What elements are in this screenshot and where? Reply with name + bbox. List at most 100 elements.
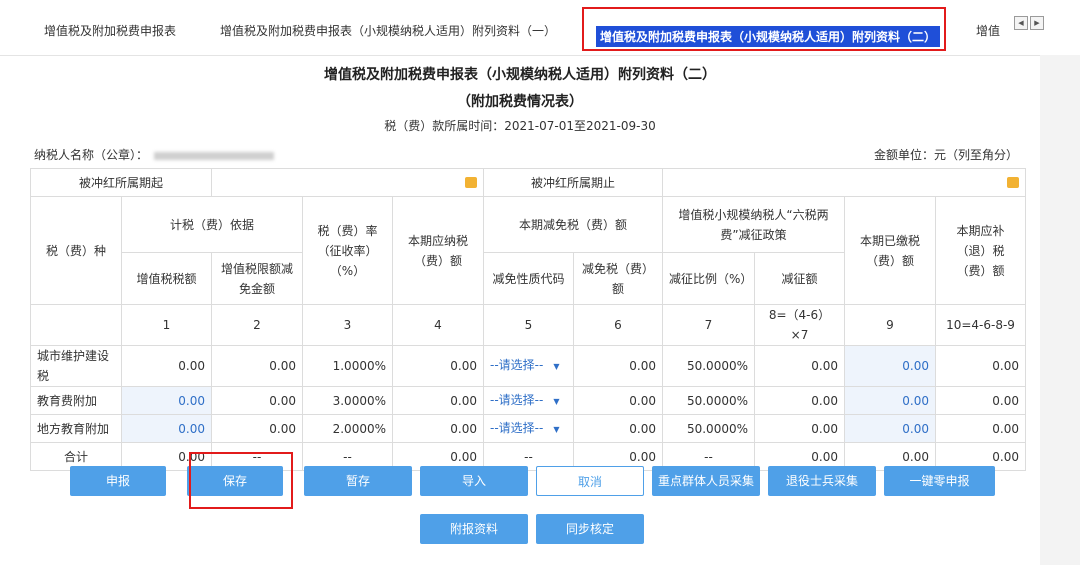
cell-policy-ratio: 50.0000% <box>662 345 755 387</box>
tab-next-icon[interactable]: ▶ <box>1030 16 1044 30</box>
tab-highlight-box <box>582 7 946 51</box>
header-policy-ratio: 减征比例（%） <box>662 252 755 305</box>
table-row: 城市维护建设税 0.00 0.00 1.0000% 0.00 --请选择-- ▼ … <box>30 345 1026 387</box>
col-number: 3 <box>302 304 393 346</box>
header-rate: 税（费）率（征收率）（%） <box>302 196 393 305</box>
form-subtitle: （附加税费情况表） <box>457 94 583 110</box>
cell-vat-amount-input[interactable]: 0.00 <box>121 414 212 443</box>
cell-payable: 0.00 <box>392 345 484 387</box>
col-number: 10=4-6-8-9 <box>935 304 1026 346</box>
col-number-blank <box>30 304 122 346</box>
header-policy: 增值税小规模纳税人“六税两费”减征政策 <box>662 196 845 253</box>
relief-code-value: --请选择-- <box>490 420 544 435</box>
tab-schedule-one[interactable]: 增值税及附加税费申报表（小规模纳税人适用）附列资料（一） <box>220 22 556 39</box>
cell-deduct-amount: 0.00 <box>211 345 303 387</box>
taxpayer-name: 纳税人名称（公章）： <box>34 146 275 163</box>
period-end-input[interactable] <box>662 168 1026 197</box>
col-number: 1 <box>121 304 212 346</box>
cell-refund: 0.00 <box>935 414 1026 443</box>
veteran-collect-button[interactable]: 退役士兵采集 <box>768 466 876 496</box>
header-relief-amount: 减免税（费）额 <box>573 252 663 305</box>
header-basis-vat: 增值税税额 <box>121 252 212 305</box>
amount-unit: 金额单位：元（列至角分） <box>873 148 1018 162</box>
row-name: 城市维护建设税 <box>30 345 122 387</box>
relief-code-select[interactable]: --请选择-- ▼ <box>483 345 574 387</box>
cell-policy-ratio: 50.0000% <box>662 414 755 443</box>
header-basis-deduct: 增值税限额减免金额 <box>211 252 303 305</box>
col-number: 4 <box>392 304 484 346</box>
cell-deduct-amount: 0.00 <box>211 386 303 415</box>
cell-deduct-amount: 0.00 <box>211 414 303 443</box>
period-end-label: 被冲红所属期止 <box>483 168 663 197</box>
cell-rate: 1.0000% <box>302 345 393 387</box>
cell-refund: 0.00 <box>935 386 1026 415</box>
taxpayer-label: 纳税人名称（公章）： <box>34 148 149 162</box>
sync-verify-button[interactable]: 同步核定 <box>536 514 644 544</box>
period-start-input[interactable] <box>211 168 484 197</box>
calendar-icon[interactable] <box>1007 177 1019 188</box>
header-payable: 本期应纳税（费）额 <box>392 196 484 305</box>
cell-relief-amount: 0.00 <box>573 345 663 387</box>
zero-declare-button[interactable]: 一键零申报 <box>884 466 995 496</box>
tax-period: 税（费）款所属时间：2021-07-01至2021-09-30 <box>384 119 656 133</box>
col-number: 8=（4-6）×7 <box>754 304 845 346</box>
temp-save-button[interactable]: 暂存 <box>304 466 412 496</box>
attach-docs-button[interactable]: 附报资料 <box>420 514 528 544</box>
tab-prev-icon[interactable]: ◀ <box>1014 16 1028 30</box>
cell-paid-input[interactable]: 0.00 <box>844 414 936 443</box>
cell-payable: 0.00 <box>392 386 484 415</box>
col-number: 7 <box>662 304 755 346</box>
cell-policy-amount: 0.00 <box>754 414 845 443</box>
cell-policy-amount: 0.00 <box>754 345 845 387</box>
right-gutter <box>1040 55 1080 565</box>
calendar-icon[interactable] <box>465 177 477 188</box>
relief-code-select[interactable]: --请选择-- ▼ <box>483 414 574 443</box>
cell-paid-input[interactable]: 0.00 <box>844 386 936 415</box>
table-row: 地方教育附加 0.00 0.00 2.0000% 0.00 --请选择-- ▼ 0… <box>30 414 1026 443</box>
header-relief-code: 减免性质代码 <box>483 252 574 305</box>
form-title: 增值税及附加税费申报表（小规模纳税人适用）附列资料（二） <box>324 67 716 83</box>
cell-paid-input[interactable]: 0.00 <box>844 345 936 387</box>
surcharge-table: 被冲红所属期起 被冲红所属期止 税（费）种 计税（费）依据 税（费）率（征收率）… <box>30 168 1026 471</box>
col-number: 6 <box>573 304 663 346</box>
relief-code-value: --请选择-- <box>490 392 544 407</box>
declare-button[interactable]: 申报 <box>70 466 166 496</box>
header-tax-type: 税（费）种 <box>30 196 122 305</box>
tab-nav-arrows: ◀ ▶ <box>1014 16 1046 30</box>
header-basis: 计税（费）依据 <box>121 196 303 253</box>
cell-rate: 3.0000% <box>302 386 393 415</box>
row-name: 教育费附加 <box>30 386 122 415</box>
cancel-button[interactable]: 取消 <box>536 466 644 496</box>
cell-rate: 2.0000% <box>302 414 393 443</box>
table-row: 教育费附加 0.00 0.00 3.0000% 0.00 --请选择-- ▼ 0.… <box>30 386 1026 415</box>
col-number: 5 <box>483 304 574 346</box>
cell-payable: 0.00 <box>392 414 484 443</box>
header-refund: 本期应补（退）税（费）额 <box>935 196 1026 305</box>
relief-code-select[interactable]: --请选择-- ▼ <box>483 386 574 415</box>
taxpayer-name-redacted <box>154 151 275 160</box>
chevron-down-icon: ▼ <box>553 396 560 406</box>
period-start-label: 被冲红所属期起 <box>30 168 212 197</box>
chevron-down-icon: ▼ <box>553 424 560 434</box>
cell-relief-amount: 0.00 <box>573 386 663 415</box>
relief-code-value: --请选择-- <box>490 358 544 372</box>
cell-vat-amount-input[interactable]: 0.00 <box>121 386 212 415</box>
cell-policy-amount: 0.00 <box>754 386 845 415</box>
tab-truncated[interactable]: 增值 <box>976 22 1000 39</box>
key-group-collect-button[interactable]: 重点群体人员采集 <box>652 466 760 496</box>
chevron-down-icon: ▼ <box>553 362 560 371</box>
cell-policy-ratio: 50.0000% <box>662 386 755 415</box>
tab-bar: 增值税及附加税费申报表 增值税及附加税费申报表（小规模纳税人适用）附列资料（一）… <box>0 0 1080 56</box>
cell-refund: 0.00 <box>935 345 1026 387</box>
header-paid: 本期已缴税（费）额 <box>844 196 936 305</box>
row-name: 地方教育附加 <box>30 414 122 443</box>
header-relief: 本期减免税（费）额 <box>483 196 663 253</box>
save-highlight-box <box>189 452 293 509</box>
header-policy-amount: 减征额 <box>754 252 845 305</box>
import-button[interactable]: 导入 <box>420 466 528 496</box>
col-number: 2 <box>211 304 303 346</box>
tab-main-return[interactable]: 增值税及附加税费申报表 <box>44 22 176 39</box>
col-number: 9 <box>844 304 936 346</box>
total-row: 合计 0.00 -- -- 0.00 -- 0.00 -- 0.00 0.00 … <box>30 442 1026 471</box>
cell-vat-amount: 0.00 <box>121 345 212 387</box>
